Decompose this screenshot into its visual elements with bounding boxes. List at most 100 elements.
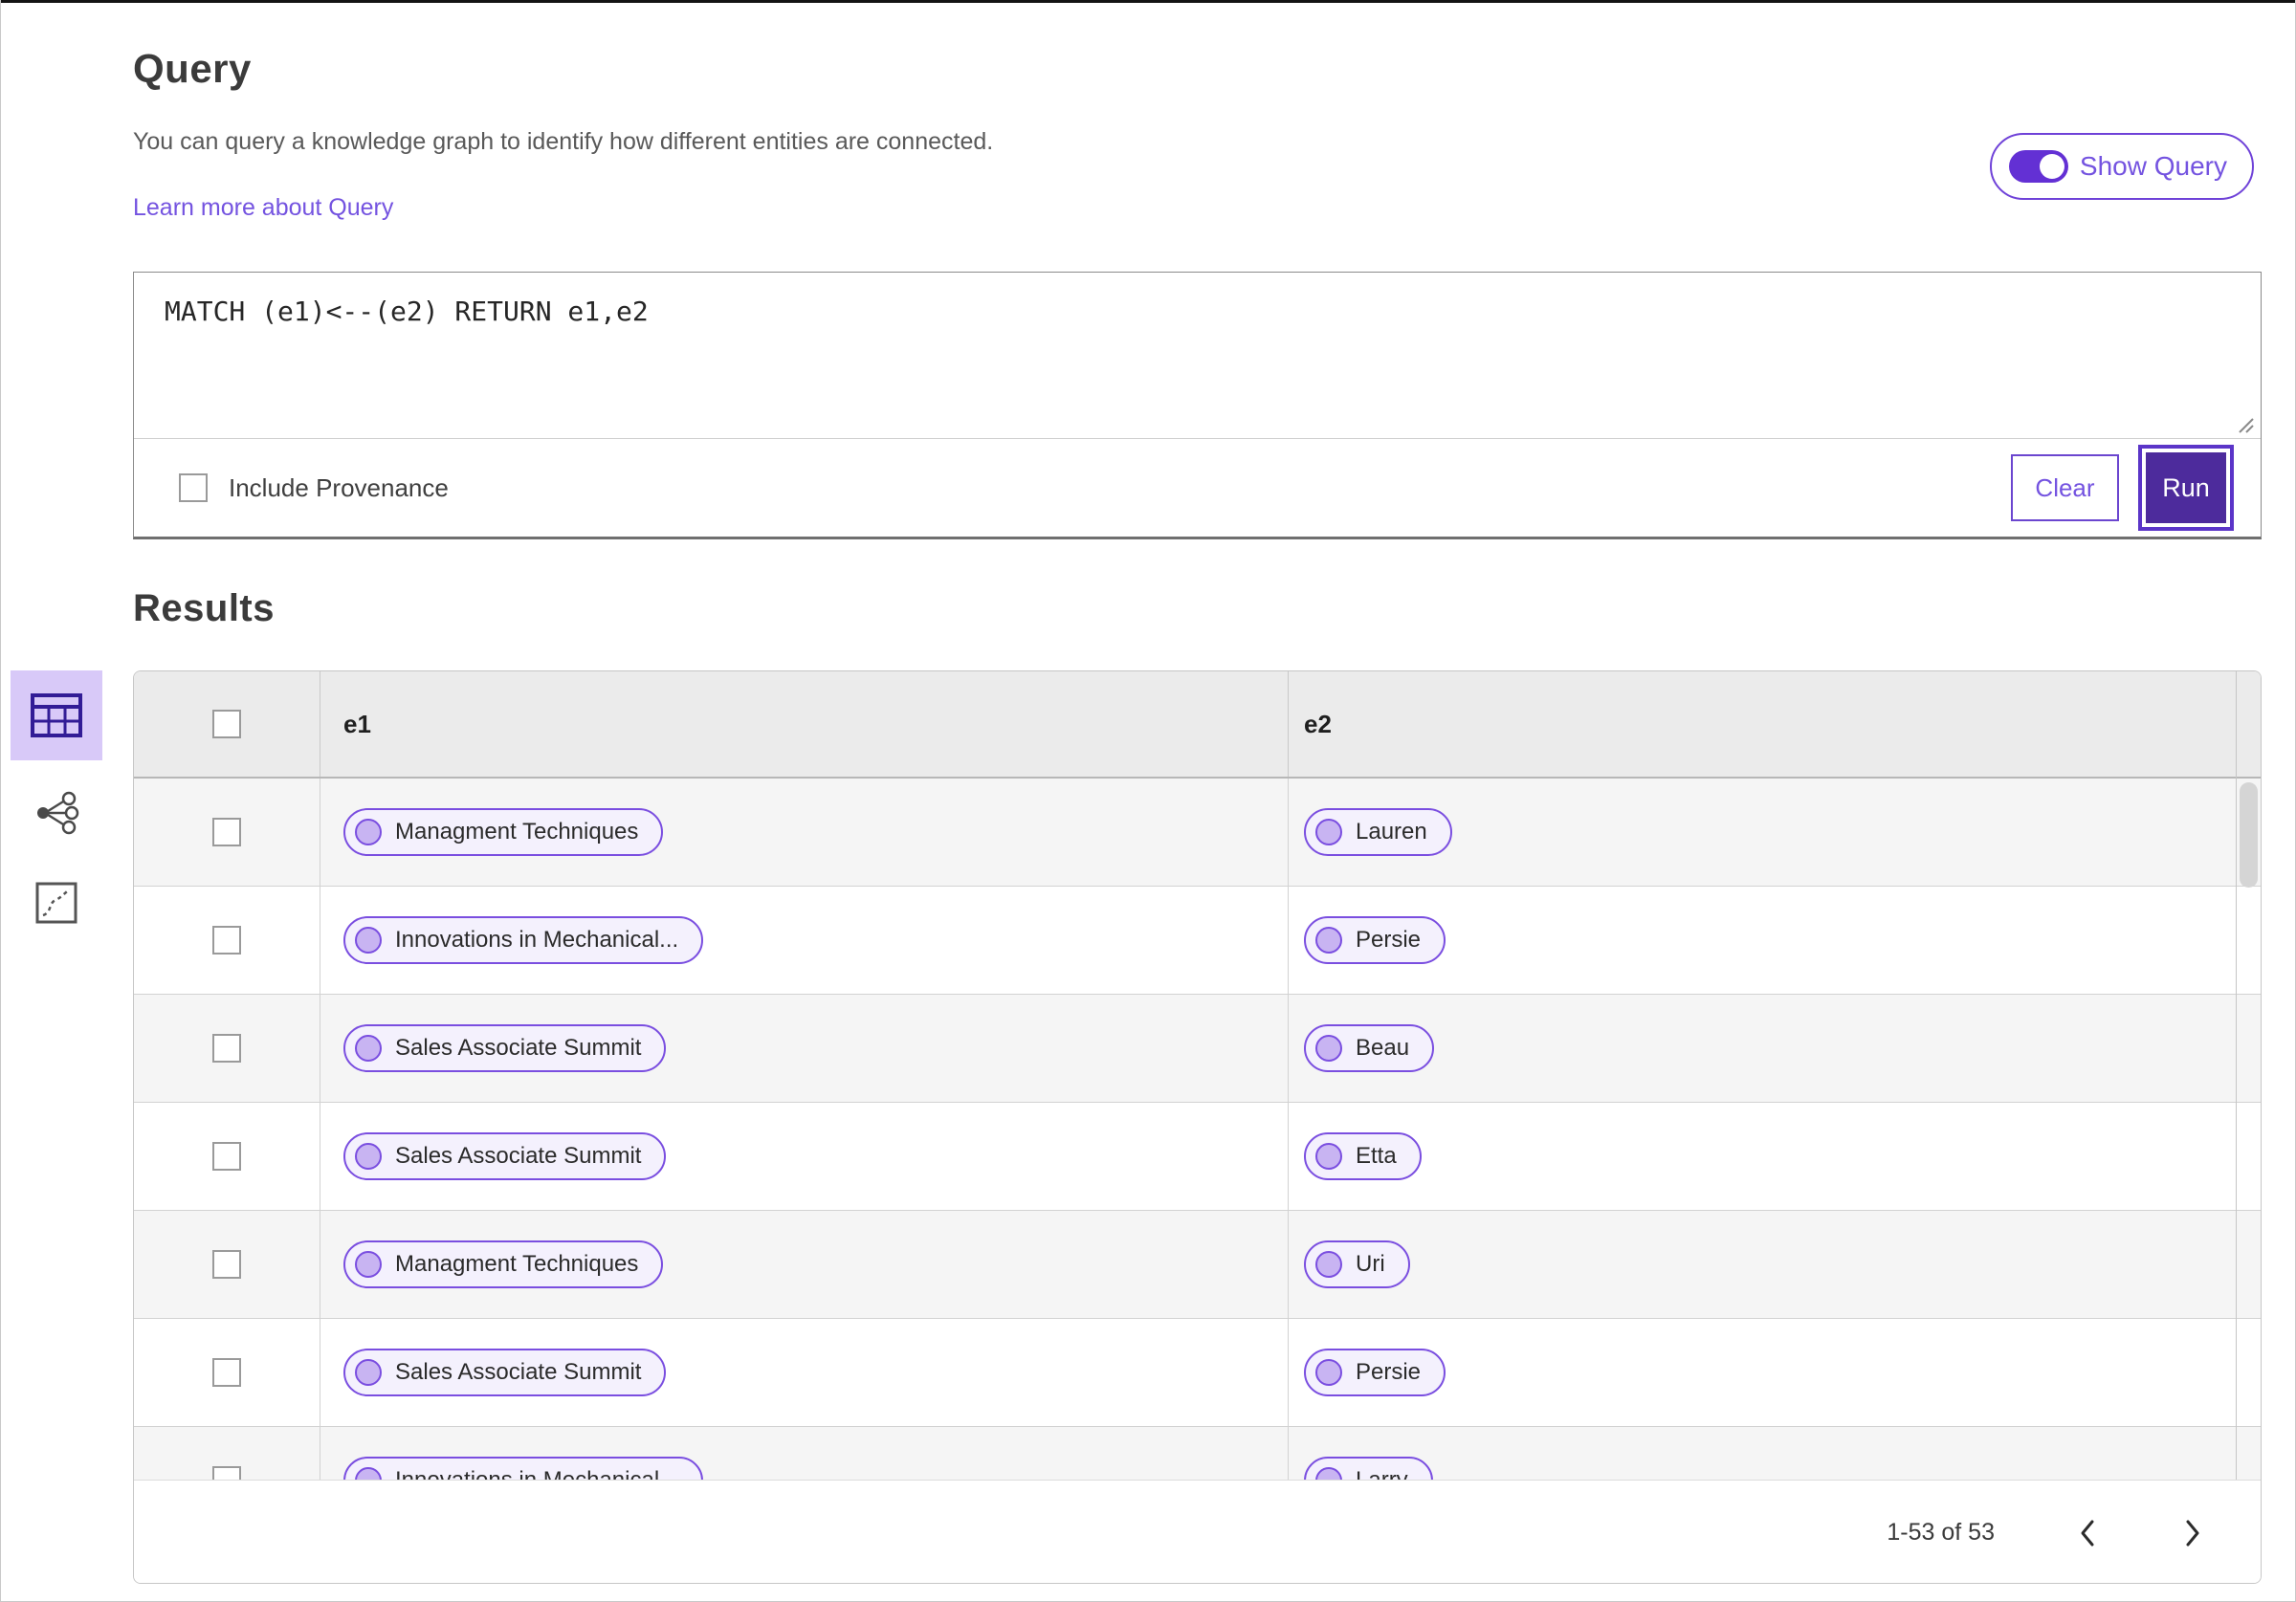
row-checkbox-cell xyxy=(134,779,320,886)
entity-label: Sales Associate Summit xyxy=(395,1143,642,1169)
entity-node-icon xyxy=(355,1467,382,1480)
table-header-row: e1 e2 xyxy=(134,671,2261,779)
entity-pill[interactable]: Lauren xyxy=(1304,808,1452,856)
show-query-toggle-button[interactable]: Show Query xyxy=(1989,133,2254,200)
row-checkbox[interactable] xyxy=(212,1142,241,1171)
include-provenance-checkbox[interactable] xyxy=(179,473,208,502)
entity-label: Beau xyxy=(1356,1035,1410,1061)
chart-view-button[interactable] xyxy=(11,881,102,925)
table-row: Sales Associate Summit Etta xyxy=(134,1103,2261,1211)
select-all-cell xyxy=(134,671,320,777)
row-checkbox-cell xyxy=(134,1211,320,1318)
entity-node-icon xyxy=(355,1143,382,1170)
query-actions-bar: Include Provenance Clear Run xyxy=(134,439,2261,537)
entity-node-icon xyxy=(355,1251,382,1278)
learn-more-link[interactable]: Learn more about Query xyxy=(133,194,393,222)
table-view-button[interactable] xyxy=(11,670,102,760)
resize-grip-icon[interactable] xyxy=(2234,413,2255,434)
column-header-e2: e2 xyxy=(1304,709,1332,738)
entity-pill[interactable]: Persie xyxy=(1304,1349,1446,1396)
entity-pill[interactable]: Managment Techniques xyxy=(343,808,664,856)
entity-pill[interactable]: Innovations in Mechanical... xyxy=(343,1457,704,1480)
next-page-button[interactable] xyxy=(2175,1513,2211,1553)
scrollbar-thumb[interactable] xyxy=(2240,782,2258,888)
cell-e2: Uri xyxy=(1289,1211,2261,1318)
entity-node-icon xyxy=(355,1359,382,1386)
entity-node-icon xyxy=(1315,1251,1342,1278)
entity-pill[interactable]: Sales Associate Summit xyxy=(343,1132,667,1180)
include-provenance-option[interactable]: Include Provenance xyxy=(179,473,449,503)
entity-pill[interactable]: Sales Associate Summit xyxy=(343,1349,667,1396)
table-footer: 1-53 of 53 xyxy=(134,1480,2261,1583)
row-checkbox[interactable] xyxy=(212,1466,241,1480)
row-checkbox[interactable] xyxy=(212,926,241,955)
query-input[interactable]: MATCH (e1)<--(e2) RETURN e1,e2 xyxy=(134,273,2261,439)
row-checkbox[interactable] xyxy=(212,818,241,846)
entity-label: Sales Associate Summit xyxy=(395,1035,642,1061)
query-buttons: Clear Run xyxy=(2011,449,2234,527)
row-checkbox-cell xyxy=(134,887,320,994)
entity-label: Persie xyxy=(1356,927,1422,953)
row-checkbox-cell xyxy=(134,1427,320,1480)
toggle-switch-icon xyxy=(2008,150,2068,183)
run-button[interactable]: Run xyxy=(2142,449,2230,527)
table-row: Managment Techniques Uri xyxy=(134,1211,2261,1319)
entity-pill[interactable]: Uri xyxy=(1304,1240,1410,1288)
cell-e2: Lauren xyxy=(1289,779,2261,886)
entity-pill[interactable]: Etta xyxy=(1304,1132,1422,1180)
entity-pill[interactable]: Beau xyxy=(1304,1024,1435,1072)
entity-node-icon xyxy=(1315,1035,1342,1062)
toggle-knob xyxy=(2039,154,2064,179)
query-panel: MATCH (e1)<--(e2) RETURN e1,e2 Include P… xyxy=(133,272,2262,539)
cell-e1: Managment Techniques xyxy=(320,1211,1289,1318)
row-checkbox[interactable] xyxy=(212,1358,241,1387)
entity-pill[interactable]: Larry xyxy=(1304,1457,1433,1480)
entity-node-icon xyxy=(355,1035,382,1062)
cell-e2: Larry xyxy=(1289,1427,2261,1480)
entity-node-icon xyxy=(1315,1467,1342,1480)
query-description-row: You can query a knowledge graph to ident… xyxy=(133,128,2262,222)
cell-e1: Sales Associate Summit xyxy=(320,1103,1289,1210)
app-window: Query You can query a knowledge graph to… xyxy=(0,0,2296,1602)
table-row: Sales Associate Summit Persie xyxy=(134,1319,2261,1427)
entity-label: Larry xyxy=(1356,1467,1408,1480)
table-rows: Managment Techniques Lauren Innovations … xyxy=(134,779,2261,1480)
chevron-left-icon xyxy=(2079,1519,2096,1547)
scrollbar-track-divider xyxy=(2236,671,2237,1480)
entity-label: Lauren xyxy=(1356,819,1427,845)
entity-pill[interactable]: Sales Associate Summit xyxy=(343,1024,667,1072)
table-row: Sales Associate Summit Beau xyxy=(134,995,2261,1103)
cell-e1: Managment Techniques xyxy=(320,779,1289,886)
results-table: e1 e2 Managment Techniques Lauren Innova… xyxy=(133,670,2262,1584)
pagination-range: 1-53 of 53 xyxy=(1887,1519,1995,1546)
row-checkbox-cell xyxy=(134,995,320,1102)
table-row: Innovations in Mechanical... Persie xyxy=(134,887,2261,995)
column-header-e1: e1 xyxy=(320,671,1289,777)
entity-pill[interactable]: Persie xyxy=(1304,916,1446,964)
query-section-title: Query xyxy=(133,46,252,91)
entity-node-icon xyxy=(1315,927,1342,954)
results-section-title: Results xyxy=(133,587,275,629)
row-checkbox[interactable] xyxy=(212,1034,241,1063)
clear-button[interactable]: Clear xyxy=(2011,454,2119,521)
network-view-icon xyxy=(33,790,79,836)
cell-e1: Innovations in Mechanical... xyxy=(320,1427,1289,1480)
entity-pill[interactable]: Managment Techniques xyxy=(343,1240,664,1288)
cell-e2: Persie xyxy=(1289,887,2261,994)
network-view-button[interactable] xyxy=(11,791,102,835)
chart-view-icon xyxy=(34,881,78,925)
previous-page-button[interactable] xyxy=(2069,1513,2106,1553)
entity-label: Etta xyxy=(1356,1143,1397,1169)
entity-pill[interactable]: Innovations in Mechanical... xyxy=(343,916,704,964)
cell-e1: Innovations in Mechanical... xyxy=(320,887,1289,994)
select-all-checkbox[interactable] xyxy=(212,710,241,738)
cell-e2: Beau xyxy=(1289,995,2261,1102)
entity-node-icon xyxy=(355,927,382,954)
entity-node-icon xyxy=(1315,1143,1342,1170)
entity-node-icon xyxy=(355,819,382,845)
entity-label: Innovations in Mechanical... xyxy=(395,927,679,953)
entity-label: Managment Techniques xyxy=(395,819,639,845)
cell-e2: Etta xyxy=(1289,1103,2261,1210)
results-area: e1 e2 Managment Techniques Lauren Innova… xyxy=(11,670,2262,1584)
row-checkbox[interactable] xyxy=(212,1250,241,1279)
